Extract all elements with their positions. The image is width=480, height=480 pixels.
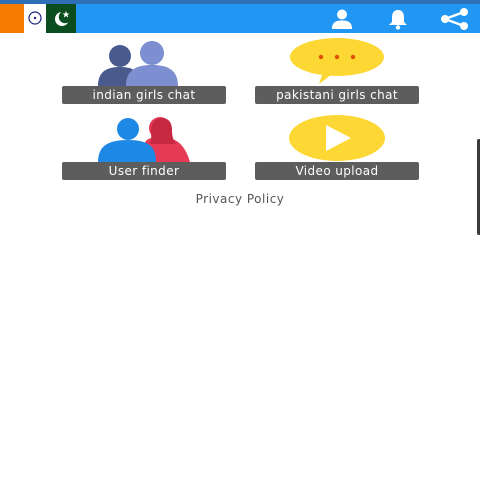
- tile-label: Video upload: [255, 162, 419, 180]
- share-icon: [441, 7, 468, 30]
- app-bar: [0, 4, 480, 33]
- tile-pakistani-girls-chat[interactable]: pakistani girls chat: [255, 38, 419, 108]
- play-icon: [289, 115, 385, 161]
- people-silhouettes-icon: [98, 41, 178, 86]
- tile-indian-girls-chat[interactable]: indian girls chat: [62, 38, 226, 108]
- india-pakistan-flag-icon: [0, 4, 76, 33]
- bell-icon: [389, 9, 407, 30]
- tile-label: pakistani girls chat: [255, 86, 419, 104]
- privacy-policy-link[interactable]: Privacy Policy: [140, 192, 340, 210]
- tile-label: indian girls chat: [62, 86, 226, 104]
- chat-bubble-icon: [290, 38, 384, 84]
- tile-user-finder[interactable]: User finder: [62, 114, 226, 184]
- profile-icon: [332, 9, 352, 29]
- notifications-button[interactable]: [378, 4, 418, 33]
- user-pair-icon: [98, 117, 190, 162]
- profile-button[interactable]: [322, 4, 362, 33]
- tile-video-upload[interactable]: Video upload: [255, 114, 419, 184]
- share-button[interactable]: [434, 4, 474, 33]
- tile-label: User finder: [62, 162, 226, 180]
